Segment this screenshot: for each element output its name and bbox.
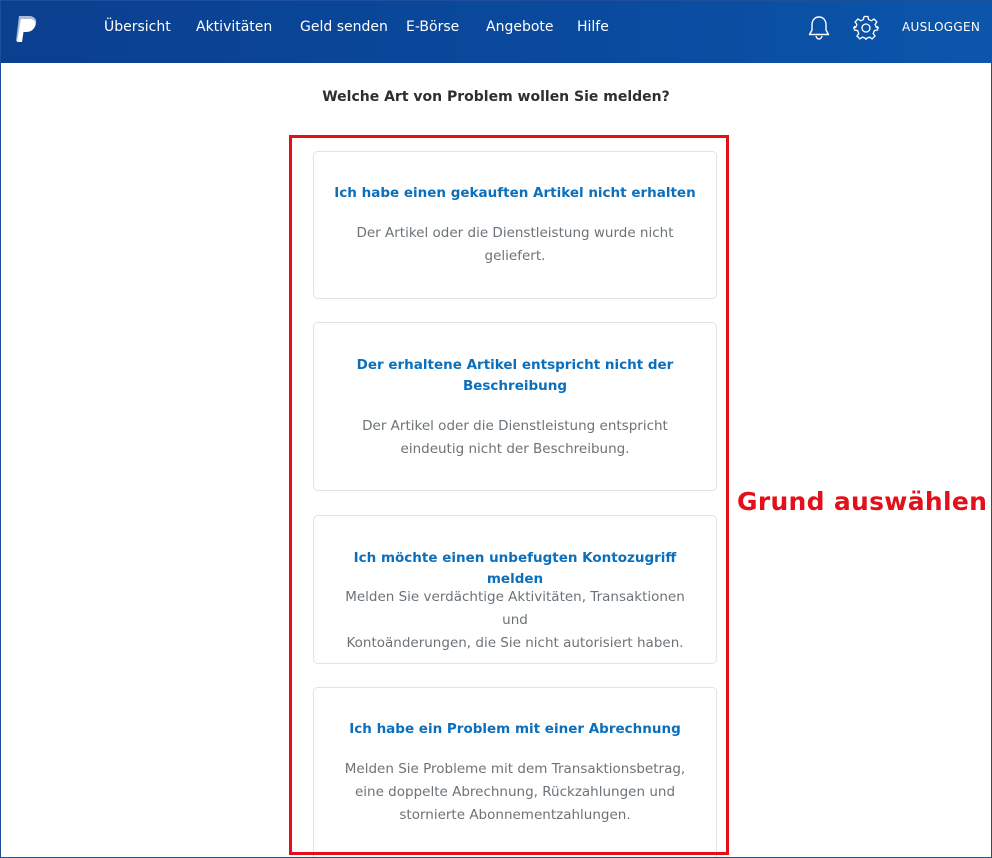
annotation-label: Grund auswählen [737, 487, 988, 516]
option-card-unauthorized-access[interactable]: Ich möchte einen unbefugten Kontozugriff… [313, 515, 717, 664]
option-description: Melden Sie verdächtige Aktivitäten, Tran… [345, 589, 685, 651]
nav-item-e-boerse[interactable]: E-Börse [406, 19, 459, 35]
top-navigation-bar: Übersicht Aktivitäten Geld senden E-Börs… [1, 1, 991, 63]
nav-item-uebersicht[interactable]: Übersicht [104, 19, 171, 35]
nav-item-angebote[interactable]: Angebote [486, 19, 554, 35]
option-description: Der Artikel oder die Dienstleistung wurd… [356, 225, 674, 264]
option-card-not-as-described[interactable]: Der erhaltene Artikel entspricht nicht d… [313, 322, 717, 491]
bell-icon[interactable] [807, 15, 831, 41]
option-title: Ich habe ein Problem mit einer Abrechnun… [349, 721, 681, 737]
option-title: Der erhaltene Artikel entspricht nicht d… [356, 357, 674, 394]
page-question: Welche Art von Problem wollen Sie melden… [322, 89, 670, 105]
nav-item-geld-senden[interactable]: Geld senden [300, 19, 388, 35]
option-title: Ich habe einen gekauften Artikel nicht e… [334, 185, 696, 201]
nav-item-hilfe[interactable]: Hilfe [577, 19, 609, 35]
option-card-billing-problem[interactable]: Ich habe ein Problem mit einer Abrechnun… [313, 687, 717, 857]
paypal-logo-icon[interactable] [13, 15, 39, 43]
page: Übersicht Aktivitäten Geld senden E-Börs… [0, 0, 992, 858]
option-description: Melden Sie Probleme mit dem Transaktions… [344, 761, 686, 823]
nav-item-aktivitaeten[interactable]: Aktivitäten [196, 19, 272, 35]
gear-icon[interactable] [853, 15, 879, 41]
option-title: Ich möchte einen unbefugten Kontozugriff… [353, 550, 677, 587]
logout-button[interactable]: AUSLOGGEN [902, 20, 980, 34]
option-description: Der Artikel oder die Dienstleistung ents… [362, 418, 668, 457]
option-card-item-not-received[interactable]: Ich habe einen gekauften Artikel nicht e… [313, 151, 717, 299]
